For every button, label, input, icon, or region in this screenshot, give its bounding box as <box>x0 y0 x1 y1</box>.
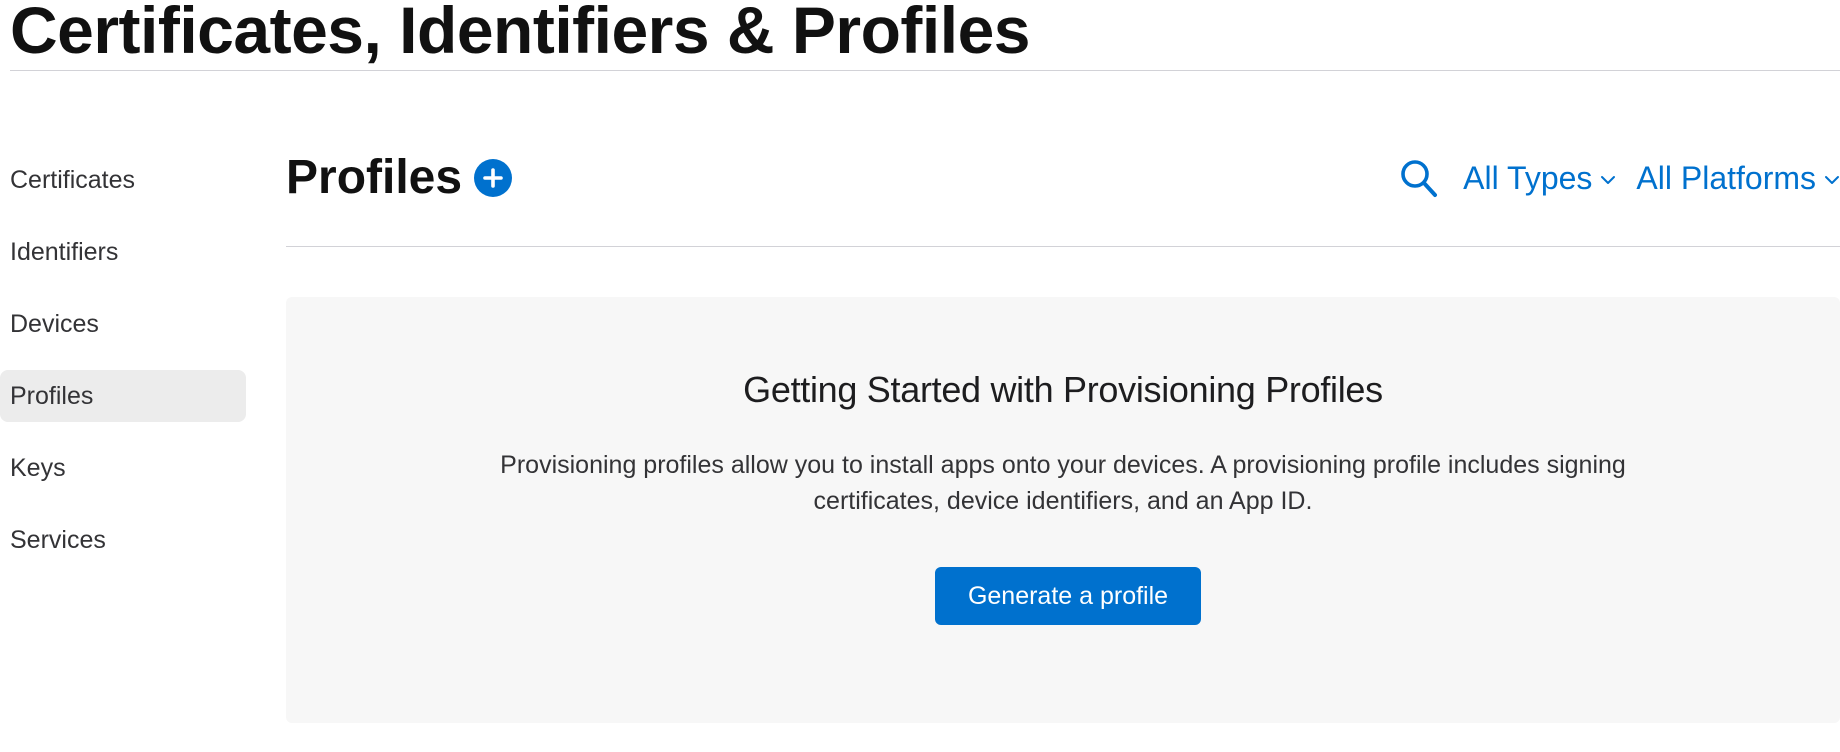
platform-filter-dropdown[interactable]: All Platforms <box>1636 160 1840 197</box>
sidebar-item-certificates[interactable]: Certificates <box>0 154 246 206</box>
sidebar-item-label: Certificates <box>10 165 136 194</box>
sidebar-item-label: Devices <box>10 309 99 338</box>
type-filter-label: All Types <box>1463 159 1593 196</box>
empty-state-description: Provisioning profiles allow you to insta… <box>500 451 1626 515</box>
sidebar: Certificates Identifiers Devices Profile… <box>0 154 246 586</box>
sidebar-item-profiles[interactable]: Profiles <box>0 370 246 422</box>
sidebar-item-label: Identifiers <box>10 237 119 266</box>
page-title: Certificates, Identifiers & Profiles <box>10 0 1031 67</box>
empty-state-heading: Getting Started with Provisioning Profil… <box>743 369 1383 410</box>
sidebar-item-devices[interactable]: Devices <box>0 298 246 350</box>
chevron-down-icon <box>1824 175 1840 185</box>
sidebar-item-label: Keys <box>10 453 66 482</box>
chevron-down-icon <box>1600 175 1616 185</box>
plus-circle-icon <box>483 168 503 188</box>
sidebar-item-label: Services <box>10 525 106 554</box>
type-filter-dropdown[interactable]: All Types <box>1463 160 1616 197</box>
add-profile-button[interactable] <box>474 159 513 197</box>
section-title-group: Profiles <box>286 148 513 208</box>
page-header: Certificates, Identifiers & Profiles <box>10 0 1840 71</box>
sidebar-item-keys[interactable]: Keys <box>0 442 246 494</box>
search-icon <box>1401 160 1438 197</box>
filter-bar: All Types All Platforms <box>1399 156 1840 200</box>
section-title: Profiles <box>286 151 463 204</box>
sidebar-item-identifiers[interactable]: Identifiers <box>0 226 246 278</box>
sidebar-item-label: Profiles <box>10 381 94 410</box>
generate-profile-button[interactable]: Generate a profile <box>935 567 1201 625</box>
platform-filter-label: All Platforms <box>1636 159 1816 196</box>
empty-state-panel: Getting Started with Provisioning Profil… <box>286 297 1840 723</box>
sidebar-item-services[interactable]: Services <box>0 514 246 566</box>
main-content: Profiles All Types All Platforms Getting… <box>286 138 1840 723</box>
search-button[interactable] <box>1399 156 1439 200</box>
section-header: Profiles All Types All Platforms <box>286 138 1840 247</box>
